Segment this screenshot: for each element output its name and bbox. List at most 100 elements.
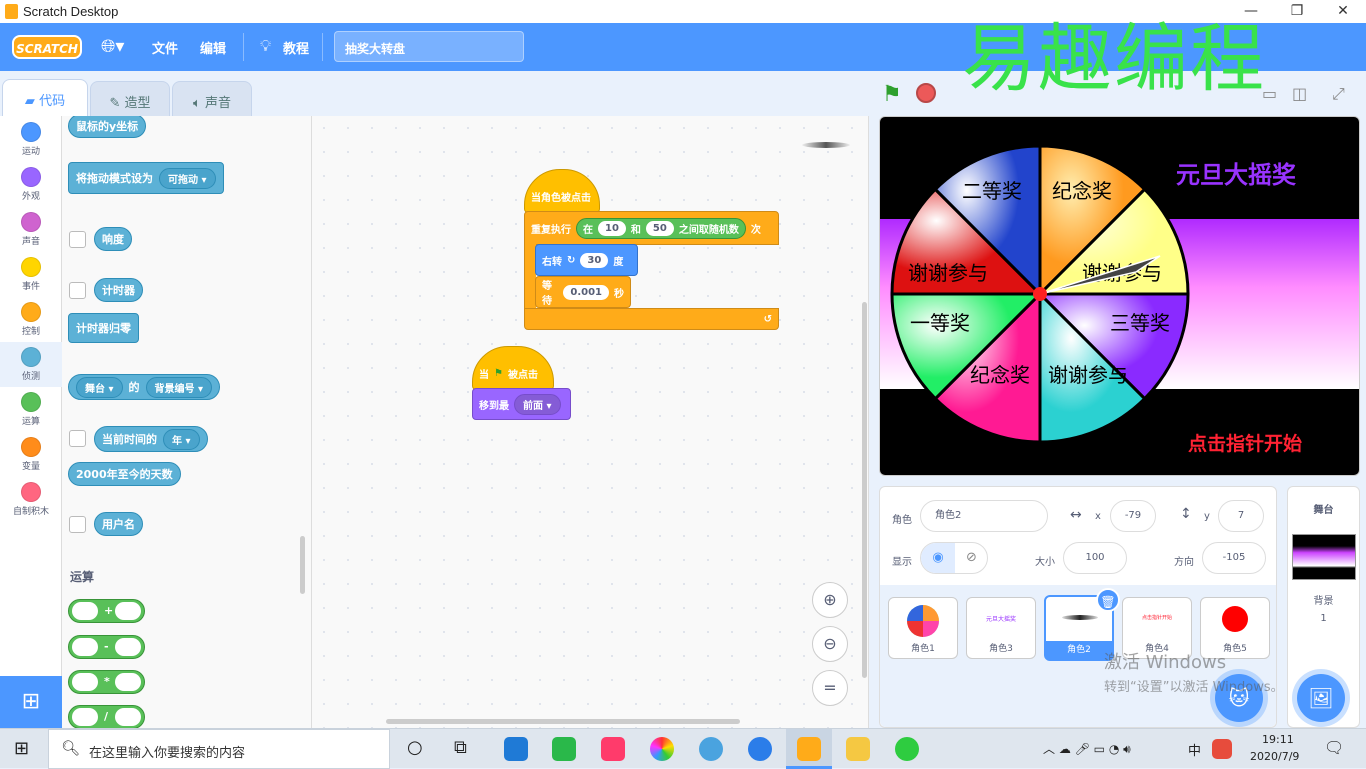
clock-date[interactable]: 2020/7/9 — [1250, 750, 1299, 763]
y-field[interactable]: 7 — [1218, 500, 1264, 532]
loudness-checkbox[interactable] — [69, 231, 86, 248]
task-view-icon[interactable]: ⧉ — [454, 737, 467, 758]
notification-icon[interactable]: 🗨︎ — [1324, 738, 1344, 757]
block-mouse-y[interactable]: 鼠标的y坐标 — [68, 116, 147, 138]
taskbar-search-box[interactable]: 🔍︎ 在这里输入你要搜索的内容 — [48, 729, 390, 769]
hat-when-sprite-clicked[interactable]: 当角色被点击 — [524, 169, 600, 213]
backdrop-thumbnail[interactable] — [1291, 534, 1356, 580]
hat-when-flag-clicked[interactable]: 当 ⚑ 被点击 — [472, 346, 554, 390]
feather-app-icon[interactable] — [748, 737, 772, 761]
timer-checkbox[interactable] — [69, 282, 86, 299]
edit-menu[interactable]: 编辑 — [200, 38, 226, 57]
ime-indicator[interactable]: 中 — [1188, 740, 1201, 759]
green-app-icon[interactable] — [895, 737, 919, 761]
time-unit-dropdown[interactable]: 年 ▾ — [163, 428, 200, 450]
category-0[interactable]: 运动 — [0, 122, 62, 157]
category-7[interactable]: 变量 — [0, 437, 62, 472]
file-explorer-icon[interactable] — [846, 737, 870, 761]
workspace-v-scrollbar[interactable] — [862, 302, 867, 678]
scratch-logo[interactable]: SCRATCH — [12, 35, 82, 59]
turn-right-block[interactable]: 右转 ↻ 30 度 — [535, 244, 638, 276]
zoom-in-button[interactable]: ⊕ — [812, 582, 848, 618]
tab-code[interactable]: ▰ 代码 — [2, 79, 88, 117]
wait-block[interactable]: 等待 0.001 秒 — [535, 276, 631, 308]
stage-dropdown[interactable]: 舞台 ▾ — [76, 376, 123, 398]
tray-icons[interactable]: ︿ ☁ 🎤︎ ▭ ◔ 🔊︎ — [1043, 740, 1131, 757]
turn-degrees-input[interactable]: 30 — [580, 252, 609, 268]
block-multiply[interactable]: * — [68, 670, 145, 694]
project-title-input[interactable]: 抽奖大转盘 — [334, 31, 524, 62]
go-to-layer-block[interactable]: 移到最 前面 ▾ — [472, 388, 571, 420]
hide-eye-icon[interactable]: ⊘ — [955, 543, 988, 573]
block-username[interactable]: 用户名 — [94, 512, 143, 536]
block-current-time[interactable]: 当前时间的年 ▾ — [94, 426, 208, 452]
sprite-name-field[interactable]: 角色2 — [920, 500, 1048, 532]
stop-button[interactable] — [916, 83, 936, 103]
sprite-thumb-1[interactable]: 角色1 — [888, 597, 958, 659]
sprite-thumb-3[interactable]: 元旦大摇奖 角色3 — [966, 597, 1036, 659]
drag-mode-dropdown[interactable]: 可拖动 ▾ — [159, 167, 216, 189]
layer-dropdown[interactable]: 前面 ▾ — [514, 393, 561, 415]
block-add[interactable]: + — [68, 599, 145, 623]
stage-canvas[interactable]: 二等奖纪念奖谢谢参与三等奖谢谢参与纪念奖一等奖谢谢参与 元旦大摇奖 点击指针开始 — [879, 116, 1360, 476]
backdrop-number-dropdown[interactable]: 背景编号 ▾ — [145, 376, 213, 398]
random-reporter[interactable]: 在 10 和 50 之间取随机数 — [576, 217, 746, 239]
close-button[interactable]: ✕ — [1320, 0, 1366, 23]
wechat-icon[interactable] — [552, 737, 576, 761]
tab-costumes[interactable]: ✎ 造型 — [90, 81, 170, 117]
globe-icon[interactable]: 🌐︎▾ — [101, 36, 124, 57]
category-2[interactable]: 声音 — [0, 212, 62, 247]
block-reset-timer[interactable]: 计时器归零 — [68, 313, 139, 343]
large-stage-icon[interactable]: ◫ — [1292, 84, 1307, 103]
block-loudness[interactable]: 响度 — [94, 227, 132, 251]
block-set-drag-mode[interactable]: 将拖动模式设为 可拖动 ▾ — [68, 162, 224, 194]
block-divide[interactable]: / — [68, 705, 145, 728]
category-4[interactable]: 控制 — [0, 302, 62, 337]
size-field[interactable]: 100 — [1063, 542, 1127, 574]
file-menu[interactable]: 文件 — [152, 38, 178, 57]
block-drag-label: 将拖动模式设为 — [76, 172, 153, 185]
palette-scrollbar[interactable] — [300, 536, 305, 594]
block-subtract[interactable]: - — [68, 635, 145, 659]
category-dot-icon — [21, 302, 41, 322]
direction-label: 方向 — [1174, 557, 1194, 568]
category-1[interactable]: 外观 — [0, 167, 62, 202]
globe-app-icon[interactable] — [699, 737, 723, 761]
category-3[interactable]: 事件 — [0, 257, 62, 292]
workspace-h-scrollbar[interactable] — [386, 719, 740, 724]
block-timer[interactable]: 计时器 — [94, 278, 143, 302]
repeat-block[interactable]: 重复执行 在 10 和 50 之间取随机数 次 — [524, 211, 779, 245]
username-checkbox[interactable] — [69, 516, 86, 533]
add-backdrop-button[interactable]: 🖼︎ — [1297, 674, 1345, 722]
delete-sprite-icon[interactable]: 🗑︎ — [1096, 588, 1120, 612]
script-area[interactable]: 当角色被点击 重复执行 在 10 和 50 之间取随机数 次 右转 ↻ 30 度 等待… — [312, 116, 869, 728]
tutorials-menu[interactable]: 教程 — [283, 38, 309, 57]
category-5[interactable]: 侦测 — [0, 347, 62, 382]
maximize-button[interactable]: ❐ — [1274, 0, 1320, 23]
show-eye-icon[interactable]: ◉ — [921, 543, 955, 573]
scratch-taskbar-icon[interactable] — [797, 737, 821, 761]
add-extension-button[interactable]: ⊞ — [0, 676, 62, 728]
clock-time[interactable]: 19:11 — [1262, 733, 1294, 746]
fullscreen-icon[interactable]: ⤢ — [1332, 84, 1345, 104]
browser-icon[interactable] — [650, 737, 674, 761]
block-backdrop-of[interactable]: 舞台 ▾ 的背景编号 ▾ — [68, 374, 221, 400]
category-6[interactable]: 运算 — [0, 392, 62, 427]
windows-start-icon[interactable]: ⊞ — [14, 738, 29, 759]
sogou-icon[interactable] — [1212, 739, 1232, 759]
random-to-input[interactable]: 50 — [645, 220, 674, 236]
block-days-since-2000[interactable]: 2000年至今的天数 — [68, 462, 181, 486]
random-from-input[interactable]: 10 — [598, 220, 626, 236]
cortana-icon[interactable]: ○ — [407, 737, 423, 758]
zoom-reset-button[interactable]: = — [812, 670, 848, 706]
current-time-checkbox[interactable] — [69, 430, 86, 447]
edge-icon[interactable] — [504, 737, 528, 761]
wait-seconds-input[interactable]: 0.001 — [563, 284, 609, 300]
tab-sounds[interactable]: 🔈︎ 声音 — [172, 81, 252, 117]
youku-icon[interactable] — [601, 737, 625, 761]
x-field[interactable]: -79 — [1110, 500, 1156, 532]
zoom-out-button[interactable]: ⊖ — [812, 626, 848, 662]
category-8[interactable]: 自制积木 — [0, 482, 62, 517]
direction-field[interactable]: -105 — [1202, 542, 1266, 574]
green-flag-button[interactable]: ⚑ — [882, 82, 902, 107]
